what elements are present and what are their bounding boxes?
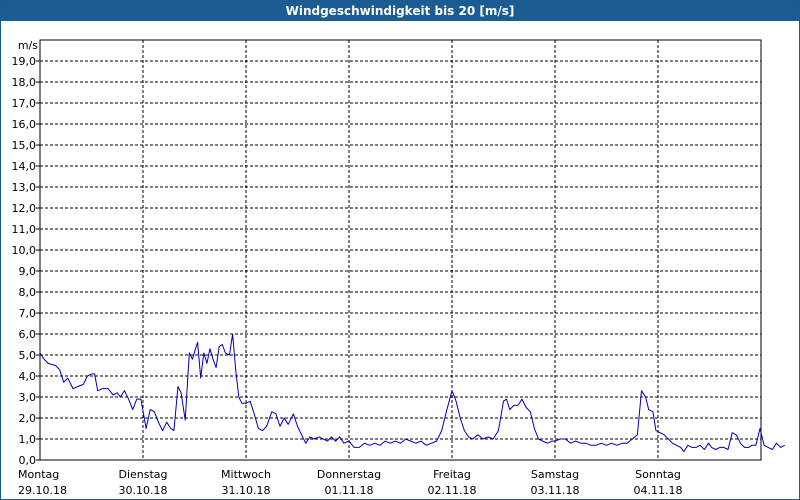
series (39, 333, 785, 453)
y-tick-label: 3,0 (19, 391, 37, 404)
x-tick-day: Sonntag (635, 468, 681, 481)
axes: m/s (18, 39, 762, 461)
series-line (39, 333, 785, 453)
x-axis-ticks: Montag 29.10.18 Dienstag 30.10.18 Mittwoch 31… (18, 468, 682, 497)
y-tick-label: 17,0 (12, 97, 37, 110)
y-tick-label: 4,0 (19, 370, 37, 383)
y-tick-label: 6,0 (19, 328, 37, 341)
y-tick-label: 11,0 (12, 223, 37, 236)
y-axis-ticks: 0,0 1,0 2,0 3,0 4,0 5,0 6,0 7,0 8,0 9,0 10,0 11,0 12… (12, 55, 40, 467)
x-tick-date: 01.11.18 (325, 484, 374, 497)
x-tick-day: Donnerstag (317, 468, 381, 481)
y-tick-label: 0,0 (19, 454, 37, 467)
x-tick-date: 29.10.18 (18, 484, 67, 497)
x-tick-date: 04.11.18 (634, 484, 683, 497)
y-tick-label: 16,0 (12, 118, 37, 131)
x-tick-day: Mittwoch (221, 468, 271, 481)
y-tick-label: 1,0 (19, 433, 37, 446)
x-tick-day: Samstag (531, 468, 579, 481)
y-tick-label: 19,0 (12, 55, 37, 68)
x-tick-date: 03.11.18 (531, 484, 580, 497)
x-tick-date: 02.11.18 (428, 484, 477, 497)
y-axis-label: m/s (18, 39, 38, 52)
grid (40, 40, 761, 460)
x-tick-date: 30.10.18 (119, 484, 168, 497)
y-tick-label: 18,0 (12, 76, 37, 89)
x-tick-day: Freitag (433, 468, 471, 481)
y-tick-label: 10,0 (12, 244, 37, 257)
y-tick-label: 12,0 (12, 202, 37, 215)
x-tick-day: Montag (18, 468, 59, 481)
wind-speed-chart: m/s 0,0 1,0 2,0 3,0 4,0 5,0 6,0 7,0 8,0 9,0 10,0 11… (12, 39, 785, 497)
y-tick-label: 8,0 (19, 286, 37, 299)
x-tick-date: 31.10.18 (222, 484, 271, 497)
y-tick-label: 9,0 (19, 265, 37, 278)
y-tick-label: 15,0 (12, 139, 37, 152)
y-tick-label: 2,0 (19, 412, 37, 425)
y-tick-label: 7,0 (19, 307, 37, 320)
y-tick-label: 13,0 (12, 181, 37, 194)
y-tick-label: 5,0 (19, 349, 37, 362)
y-tick-label: 14,0 (12, 160, 37, 173)
x-tick-day: Dienstag (118, 468, 167, 481)
